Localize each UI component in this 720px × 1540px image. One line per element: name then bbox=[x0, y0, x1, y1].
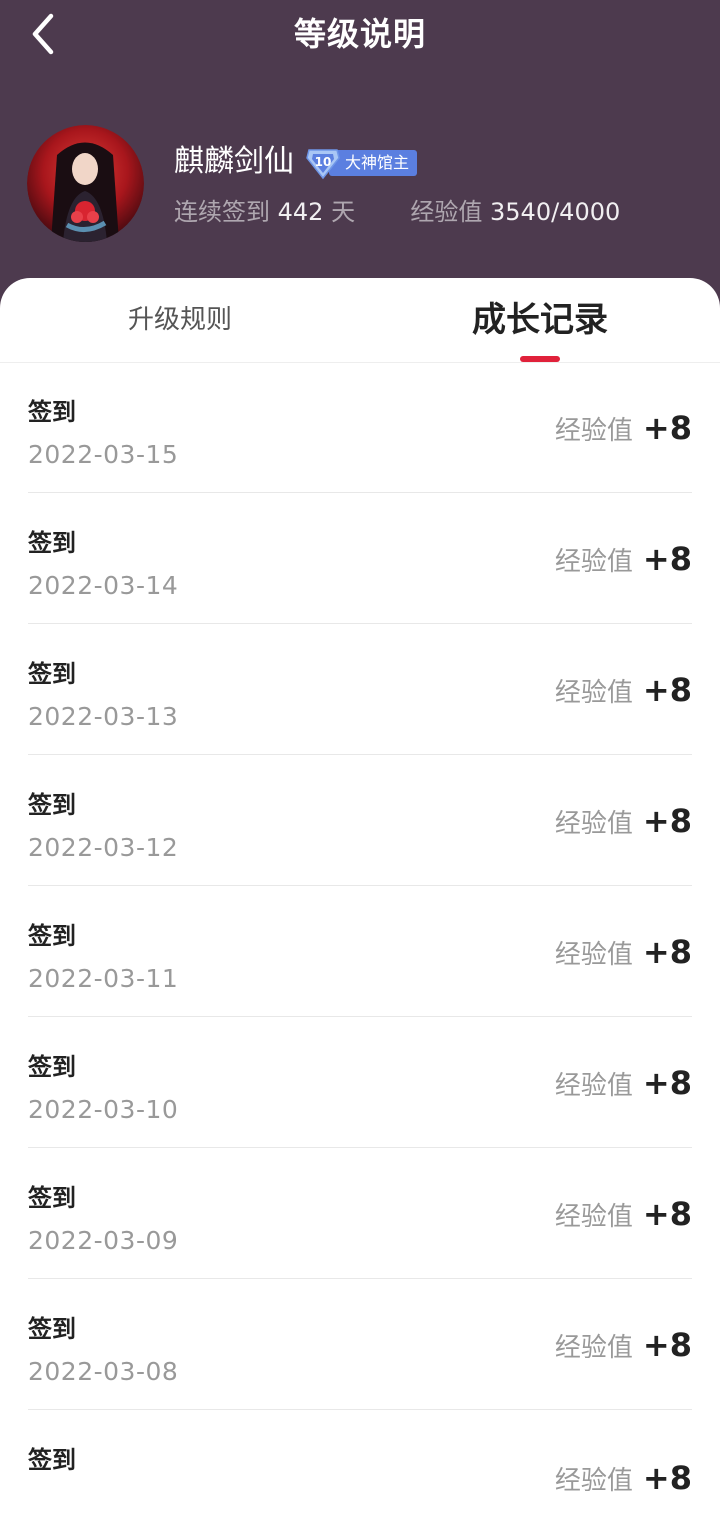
record-exp: 经验值 +8 bbox=[555, 672, 692, 708]
avatar[interactable] bbox=[27, 125, 144, 242]
checkin-unit: 天 bbox=[331, 198, 356, 226]
record-exp: 经验值 +8 bbox=[555, 1196, 692, 1232]
record-row: 签到 2022-03-14 经验值 +8 bbox=[28, 493, 692, 624]
checkin-label: 连续签到 bbox=[174, 198, 270, 226]
record-exp-label: 经验值 bbox=[554, 678, 633, 708]
record-row: 签到 2022-03-08 经验值 +8 bbox=[28, 1279, 692, 1410]
record-title: 签到 bbox=[28, 1053, 76, 1081]
record-title: 签到 bbox=[28, 1184, 76, 1212]
tab-growth-records[interactable]: 成长记录 bbox=[440, 278, 640, 362]
record-exp-label: 经验值 bbox=[554, 1333, 633, 1363]
exp-label: 经验值 bbox=[410, 198, 483, 226]
tab-upgrade-rules[interactable]: 升级规则 bbox=[80, 278, 280, 362]
record-title: 签到 bbox=[28, 922, 76, 950]
profile-stats: 连续签到 442 天 经验值 3540/4000 bbox=[174, 192, 620, 232]
tab-bar: 升级规则 成长记录 bbox=[0, 278, 720, 363]
record-row: 签到 2022-03-12 经验值 +8 bbox=[28, 755, 692, 886]
record-exp-value: +8 bbox=[642, 409, 692, 447]
record-title: 签到 bbox=[28, 791, 76, 819]
record-exp: 经验值 +8 bbox=[555, 1327, 692, 1363]
record-title: 签到 bbox=[28, 1446, 76, 1474]
badge-label: 大神馆主 bbox=[329, 150, 418, 176]
record-exp-value: +8 bbox=[642, 802, 692, 840]
record-exp: 经验值 +8 bbox=[555, 803, 692, 839]
record-exp-value: +8 bbox=[642, 1064, 692, 1102]
record-exp-value: +8 bbox=[642, 671, 692, 709]
record-date: 2022-03-12 bbox=[28, 833, 179, 862]
diamond-level-icon: 10 bbox=[306, 149, 340, 180]
svg-text:10: 10 bbox=[315, 155, 332, 169]
record-exp-label: 经验值 bbox=[554, 416, 633, 446]
record-exp-value: +8 bbox=[642, 933, 692, 971]
record-date: 2022-03-08 bbox=[28, 1357, 179, 1386]
record-row: 签到 2022-03-11 经验值 +8 bbox=[28, 886, 692, 1017]
record-date: 2022-03-13 bbox=[28, 702, 179, 731]
record-exp-label: 经验值 bbox=[554, 1202, 633, 1232]
record-row: 签到 2022-03-09 经验值 +8 bbox=[28, 1148, 692, 1279]
record-date: 2022-03-15 bbox=[28, 440, 179, 469]
record-exp-label: 经验值 bbox=[554, 940, 633, 970]
record-row: 签到 经验值 +8 bbox=[28, 1410, 692, 1540]
record-exp: 经验值 +8 bbox=[555, 1065, 692, 1101]
profile-header: 等级说明 麒麟剑仙 10 大神馆主 连续签到 442 天 经验值 3540/40… bbox=[0, 0, 720, 310]
page-title: 等级说明 bbox=[293, 15, 426, 53]
record-date: 2022-03-11 bbox=[28, 964, 179, 993]
record-row: 签到 2022-03-13 经验值 +8 bbox=[28, 624, 692, 755]
record-exp-value: +8 bbox=[642, 1326, 692, 1364]
record-exp-label: 经验值 bbox=[554, 1071, 633, 1101]
checkin-days: 442 bbox=[277, 198, 324, 226]
record-title: 签到 bbox=[28, 529, 76, 557]
record-exp: 经验值 +8 bbox=[555, 410, 692, 446]
growth-record-list[interactable]: 签到 2022-03-15 经验值 +8 签到 2022-03-14 经验值 +8 … bbox=[28, 362, 692, 1540]
record-date: 2022-03-14 bbox=[28, 571, 179, 600]
record-title: 签到 bbox=[28, 660, 76, 688]
record-exp-value: +8 bbox=[642, 1195, 692, 1233]
record-row: 签到 2022-03-10 经验值 +8 bbox=[28, 1017, 692, 1148]
username: 麒麟剑仙 bbox=[174, 144, 294, 179]
record-title: 签到 bbox=[28, 398, 76, 426]
record-title: 签到 bbox=[28, 1315, 76, 1343]
record-date: 2022-03-10 bbox=[28, 1095, 179, 1124]
record-row: 签到 2022-03-15 经验值 +8 bbox=[28, 362, 692, 493]
record-exp-value: +8 bbox=[642, 540, 692, 578]
record-exp: 经验值 +8 bbox=[555, 541, 692, 577]
content-card: 升级规则 成长记录 签到 2022-03-15 经验值 +8 签到 2022-03… bbox=[0, 278, 720, 1496]
level-badge: 10 大神馆主 bbox=[305, 147, 418, 180]
record-exp-label: 经验值 bbox=[554, 1466, 633, 1496]
exp-value: 3540/4000 bbox=[490, 198, 621, 226]
record-date: 2022-03-09 bbox=[28, 1226, 179, 1255]
record-exp-value: +8 bbox=[642, 1459, 692, 1497]
record-exp-label: 经验值 bbox=[554, 547, 633, 577]
record-exp: 经验值 +8 bbox=[555, 934, 692, 970]
record-exp-label: 经验值 bbox=[554, 809, 633, 839]
